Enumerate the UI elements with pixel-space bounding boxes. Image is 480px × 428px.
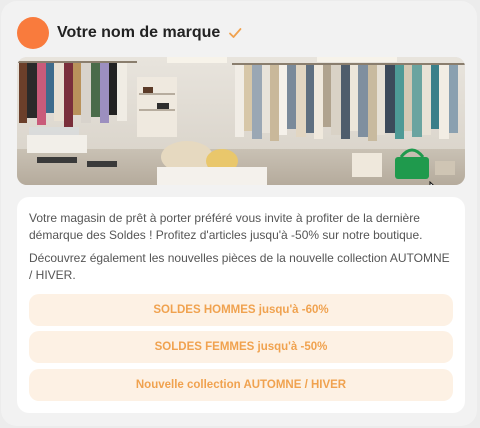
message-paragraph-2: Découvrez également les nouvelles pièces… xyxy=(29,251,450,282)
message-paragraph-1: Votre magasin de prêt à porter préféré v… xyxy=(29,211,423,242)
avatar[interactable] xyxy=(17,17,49,49)
brand-name: Votre nom de marque xyxy=(57,24,221,41)
nouvelle-collection-button[interactable]: Nouvelle collection AUTOMNE / HIVER xyxy=(29,369,453,401)
soldes-hommes-button[interactable]: SOLDES HOMMES jusqu'à -60% xyxy=(29,294,453,326)
message-card: Votre nom de marque Votre magasin de prê… xyxy=(1,1,477,426)
mouse-cursor-icon xyxy=(429,181,434,185)
message-header: Votre nom de marque xyxy=(17,17,242,49)
message-body: Votre magasin de prêt à porter préféré v… xyxy=(17,197,465,413)
check-icon xyxy=(228,26,242,40)
soldes-femmes-button[interactable]: SOLDES FEMMES jusqu'à -50% xyxy=(29,331,453,363)
store-banner-image xyxy=(17,57,465,185)
